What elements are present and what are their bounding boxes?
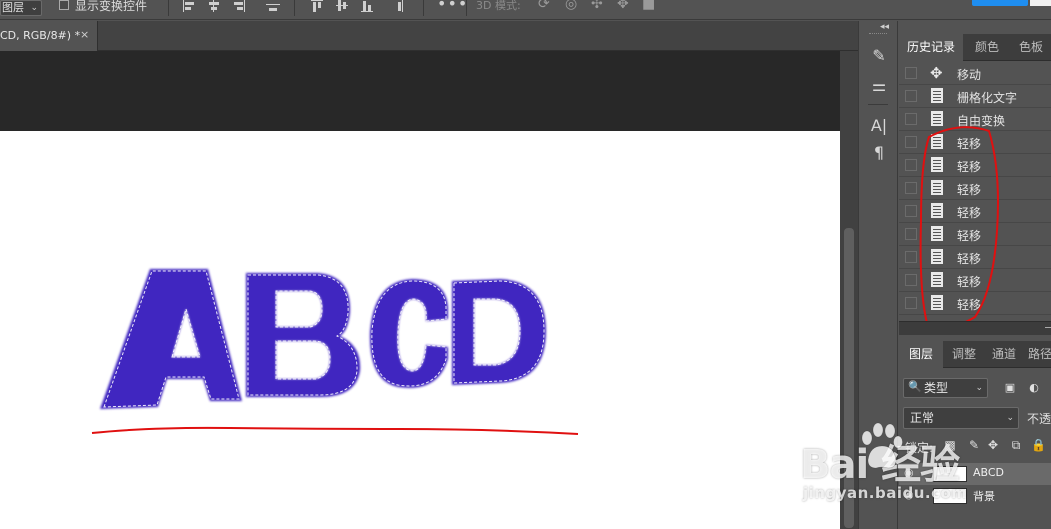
collapse-panels-icon[interactable]: ◂◂ <box>880 22 889 32</box>
abcd-artwork <box>100 269 546 409</box>
search-icon: 🔍 <box>908 380 922 393</box>
divider <box>868 104 888 105</box>
layers-panel-tabs: 图层 调整 通道 路径 <box>899 341 1051 368</box>
align-bottom-icon[interactable] <box>361 0 373 14</box>
distribute-v-icon[interactable] <box>396 0 408 14</box>
3d-roll-icon[interactable]: ◎ <box>565 0 577 12</box>
document-tab[interactable]: CD, RGB/8#) * × <box>0 21 98 51</box>
character-panel-icon[interactable]: A| <box>867 115 891 137</box>
paw-icon <box>861 422 903 469</box>
tab-adjustments[interactable]: 调整 <box>945 341 983 368</box>
auto-select-layer-dropdown[interactable]: 图层 ⌄ <box>0 0 42 16</box>
tab-channels[interactable]: 通道 <box>985 341 1023 368</box>
filter-adjustment-icon[interactable]: ◐ <box>1027 381 1041 395</box>
3d-pan-icon[interactable]: ✣ <box>591 0 603 12</box>
align-top-icon[interactable] <box>311 0 323 14</box>
chevron-down-icon: ⌄ <box>30 3 38 13</box>
3d-slide-icon[interactable]: ✥ <box>617 0 629 12</box>
brush-settings-icon[interactable]: ✎ <box>867 45 891 67</box>
align-center-h-icon[interactable] <box>208 0 220 14</box>
3d-scale-icon[interactable]: ■ <box>642 0 655 12</box>
red-circle-annotation <box>919 126 999 328</box>
show-transform-controls-checkbox[interactable] <box>59 0 69 10</box>
tab-paths[interactable]: 路径 <box>1025 341 1051 368</box>
tab-layers[interactable]: 图层 <box>899 341 943 368</box>
share-button[interactable] <box>972 0 1028 6</box>
layer-filter-dropdown[interactable]: 🔍 类型 ⌄ <box>903 378 988 398</box>
layer-filter-value: 类型 <box>924 381 949 395</box>
paragraph-panel-icon[interactable]: ¶ <box>867 142 891 164</box>
divider <box>168 0 169 16</box>
document-tab-strip: CD, RGB/8#) * × <box>0 21 858 51</box>
pasteboard <box>0 51 840 131</box>
3d-orbit-icon[interactable]: ⟳ <box>538 0 550 12</box>
more-options-button[interactable]: ••• <box>437 0 468 13</box>
3d-mode-label: 3D 模式: <box>476 0 521 12</box>
chevron-down-icon: ⌄ <box>975 383 983 393</box>
align-right-icon[interactable] <box>233 0 245 14</box>
distribute-icon[interactable] <box>266 0 280 14</box>
canvas-artwork <box>91 269 579 435</box>
close-icon[interactable]: × <box>80 28 89 41</box>
document-canvas[interactable] <box>0 131 840 529</box>
divider <box>294 0 295 16</box>
search-button[interactable] <box>1030 0 1051 6</box>
red-underline-annotation <box>91 426 579 435</box>
filter-pixel-icon[interactable]: ▣ <box>1003 381 1017 395</box>
divider <box>466 0 467 16</box>
properties-sliders-icon[interactable]: ⚌ <box>867 75 891 97</box>
divider <box>423 0 424 16</box>
align-left-icon[interactable] <box>183 0 195 14</box>
panel-divider <box>899 321 1051 335</box>
document-tab-title: CD, RGB/8#) * <box>0 29 81 42</box>
watermark-url: jingyan.baidu.com <box>803 484 968 502</box>
grip-icon[interactable] <box>869 33 887 35</box>
watermark: Bai 经验 jingyan.baidu.com <box>800 412 1050 529</box>
align-middle-v-icon[interactable] <box>336 0 348 14</box>
options-bar: 图层 ⌄ 显示变换控件 ••• 3D 模式: ⟳ ◎ ✣ ✥ ■ <box>0 0 1051 20</box>
layer-dropdown-value: 图层 <box>2 1 24 14</box>
show-transform-controls-label: 显示变换控件 <box>75 0 148 13</box>
